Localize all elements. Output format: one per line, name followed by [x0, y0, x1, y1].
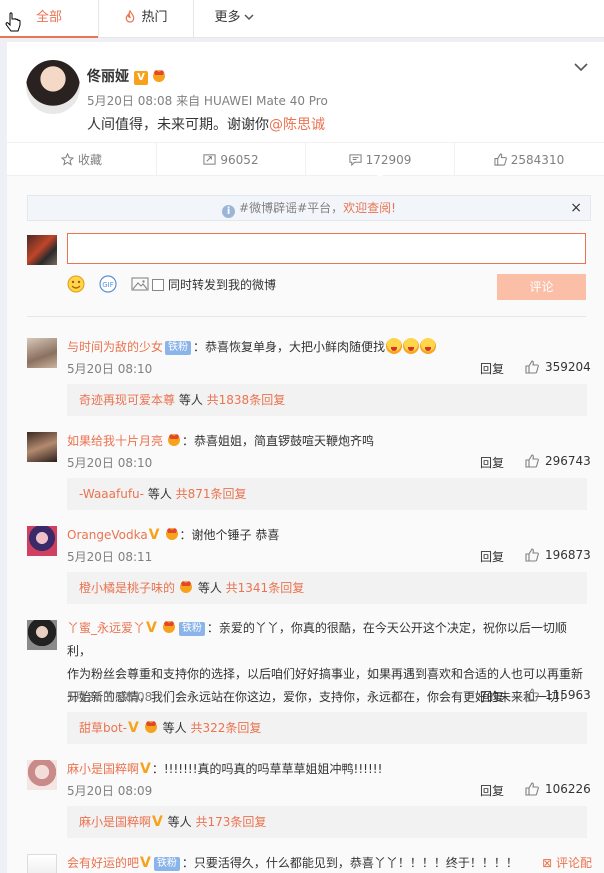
author-avatar[interactable]: [26, 60, 80, 114]
emoji-icon[interactable]: [67, 275, 85, 293]
verified-icon: V: [140, 855, 151, 871]
report-comment-link[interactable]: ⊠ 评论配: [542, 854, 592, 871]
reply-button[interactable]: 回复: [480, 548, 504, 565]
post-content: 人间值得，未来可期。谢谢你@陈思诚: [87, 117, 325, 133]
gif-icon[interactable]: GIF: [99, 275, 117, 293]
emoji-icon: [403, 338, 420, 354]
reply-button[interactable]: 回复: [480, 688, 504, 705]
comment-like-button[interactable]: 115963: [525, 688, 591, 702]
sub-replies[interactable]: 奇迹再现可爱本尊 等人 共1838条回复: [67, 384, 587, 416]
comment-icon: [349, 154, 362, 166]
comment-text: 麻小是国粹啊V：!!!!!!!真的吗真的吗草草草姐姐冲鸭!!!!!!: [67, 761, 383, 777]
info-icon: i: [222, 205, 236, 218]
verified-icon: V: [146, 620, 157, 636]
commenter-avatar[interactable]: [27, 338, 57, 368]
post-meta: 5月20日 08:08 来自 HUAWEI Mate 40 Pro: [87, 94, 328, 108]
thumbs-up-icon: [525, 688, 539, 702]
submit-comment-button[interactable]: 评论: [497, 274, 586, 300]
comment-like-button[interactable]: 196873: [525, 548, 591, 562]
verified-icon: V: [140, 761, 151, 777]
svg-text:GIF: GIF: [102, 281, 114, 289]
crown-badge-icon: [162, 621, 175, 633]
tab-hot[interactable]: 热门: [98, 0, 194, 38]
crown-badge-icon: [153, 70, 165, 82]
comment-text: OrangeVodkaV ：谢他个锤子 恭喜: [67, 527, 280, 543]
comment-text: 与时间为敌的少女 铁粉 ：恭喜恢复单身，大把小鲜肉随便找: [67, 338, 587, 356]
fan-badge: 铁粉: [165, 341, 192, 355]
comment-like-button[interactable]: 296743: [525, 454, 591, 468]
comment-time: 5月20日 08:11: [67, 550, 153, 564]
comment-time: 5月20日 08:09: [67, 784, 153, 798]
star-icon: [60, 153, 74, 166]
flame-icon: [126, 10, 135, 23]
comment-text: 如果给我十片月亮 ：恭喜姐姐，简直锣鼓喧天鞭炮齐鸣: [67, 434, 375, 448]
rumor-notice: i #微博辟谣#平台，欢迎查阅! ×: [27, 195, 591, 221]
checkbox[interactable]: [152, 279, 164, 291]
fan-badge: 铁粉: [153, 857, 180, 871]
crown-badge-icon: [168, 434, 181, 446]
comment-button[interactable]: 172909: [305, 143, 454, 178]
report-icon: ⊠: [542, 856, 556, 870]
sub-replies[interactable]: 甜草bot-V 等人 共322条回复: [67, 712, 587, 744]
tab-bar: 全部 热门 更多: [0, 0, 604, 38]
reply-button[interactable]: 回复: [480, 782, 504, 799]
fan-badge: 铁粉: [178, 622, 205, 636]
comment-time: 5月20日 08:08: [67, 690, 153, 704]
thumbs-up-icon: [525, 360, 539, 374]
sub-replies[interactable]: -Waaafufu- 等人 共871条回复: [67, 478, 587, 510]
my-avatar: [27, 235, 57, 265]
notice-link[interactable]: 欢迎查阅!: [343, 201, 396, 215]
crown-badge-icon: [180, 581, 193, 593]
emoji-icon: [386, 338, 403, 354]
close-icon[interactable]: ×: [570, 196, 582, 220]
comment-text: 会有好运的吧V 铁粉 ：只要活得久，什么都能见到，恭喜丫丫！！！！终于！！！！: [67, 855, 518, 871]
comment-input[interactable]: [67, 233, 586, 264]
thumbs-up-icon: [494, 153, 507, 166]
divider: [27, 316, 586, 317]
thumbs-up-icon: [525, 548, 539, 562]
comment-like-button[interactable]: 106226: [525, 782, 591, 796]
sub-replies[interactable]: 橙小橘是桃子味的 等人 共1341条回复: [67, 572, 587, 604]
crown-badge-icon: [144, 721, 157, 733]
action-bar: 收藏 96052 172909 2584310: [7, 142, 604, 178]
chevron-down-icon: [243, 14, 254, 21]
sync-repost-checkbox[interactable]: 同时转发到我的微博: [152, 276, 276, 293]
hand-cursor-icon: [5, 12, 21, 32]
comment-like-button[interactable]: 359204: [525, 360, 591, 374]
thumbs-up-icon: [525, 782, 539, 796]
repost-icon: [203, 154, 216, 165]
verified-icon: V: [134, 71, 148, 85]
reply-button[interactable]: 回复: [480, 360, 504, 377]
reply-button[interactable]: 回复: [480, 454, 504, 471]
verified-icon: V: [152, 814, 163, 830]
tab-more[interactable]: 更多: [194, 0, 274, 38]
composer-tools: GIF: [67, 275, 159, 295]
repost-button[interactable]: 96052: [156, 143, 305, 177]
commenter-avatar[interactable]: [27, 526, 57, 556]
crown-badge-icon: [165, 528, 178, 540]
mention-link[interactable]: @陈思诚: [269, 117, 325, 133]
image-icon[interactable]: [131, 275, 149, 293]
comment-time: 5月20日 08:10: [67, 362, 153, 376]
commenter-avatar[interactable]: [27, 432, 57, 462]
comment-time: 5月20日 08:10: [67, 456, 153, 470]
verified-icon: V: [148, 527, 160, 543]
like-button[interactable]: 2584310: [454, 143, 603, 177]
verified-icon: V: [128, 720, 139, 736]
thumbs-up-icon: [525, 454, 539, 468]
chevron-down-icon[interactable]: [574, 62, 588, 72]
emoji-icon: [420, 338, 437, 354]
commenter-avatar[interactable]: [27, 620, 57, 650]
weibo-card: 佟丽娅 V 5月20日 08:08 来自 HUAWEI Mate 40 Pro 人…: [7, 42, 604, 873]
sub-replies[interactable]: 麻小是国粹啊V 等人 共173条回复: [67, 806, 587, 838]
commenter-avatar[interactable]: [27, 760, 57, 790]
commenter-avatar[interactable]: [27, 854, 57, 873]
favorite-button[interactable]: 收藏: [7, 143, 156, 177]
author-name[interactable]: 佟丽娅 V: [87, 66, 167, 86]
